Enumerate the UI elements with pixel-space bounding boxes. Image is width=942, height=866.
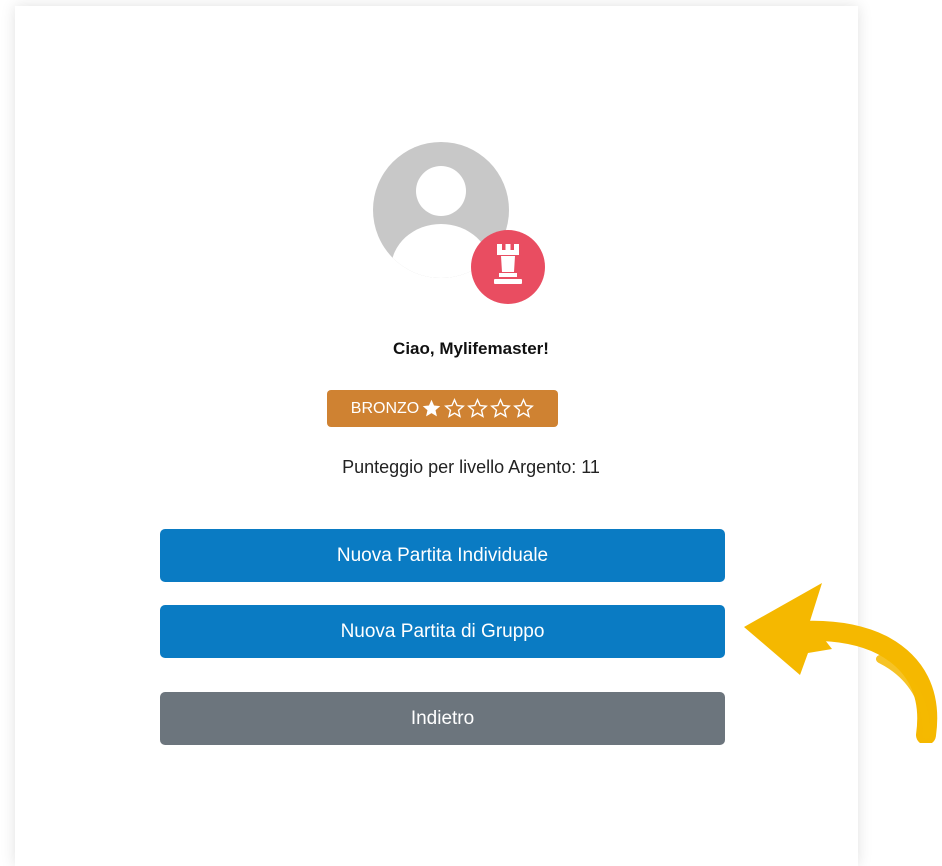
star-outline-icon [467, 398, 489, 418]
greeting-text: Ciao, Mylifemaster! [393, 339, 549, 358]
level-name: BRONZO [350, 399, 420, 417]
chess-rook-icon [471, 230, 545, 304]
level-badge: BRONZO [327, 390, 558, 427]
profile-avatar [373, 142, 545, 304]
new-group-game-button[interactable]: Nuova Partita di Gruppo [160, 605, 725, 658]
pointer-arrow-icon [744, 583, 938, 743]
star-filled-icon [422, 399, 441, 417]
star-outline-icon [444, 398, 466, 418]
new-individual-game-button[interactable]: Nuova Partita Individuale [160, 529, 725, 582]
star-outline-icon [490, 398, 512, 418]
back-button[interactable]: Indietro [160, 692, 725, 745]
score-to-next-level: Punteggio per livello Argento: 11 [342, 457, 600, 477]
star-outline-icon [513, 398, 535, 418]
